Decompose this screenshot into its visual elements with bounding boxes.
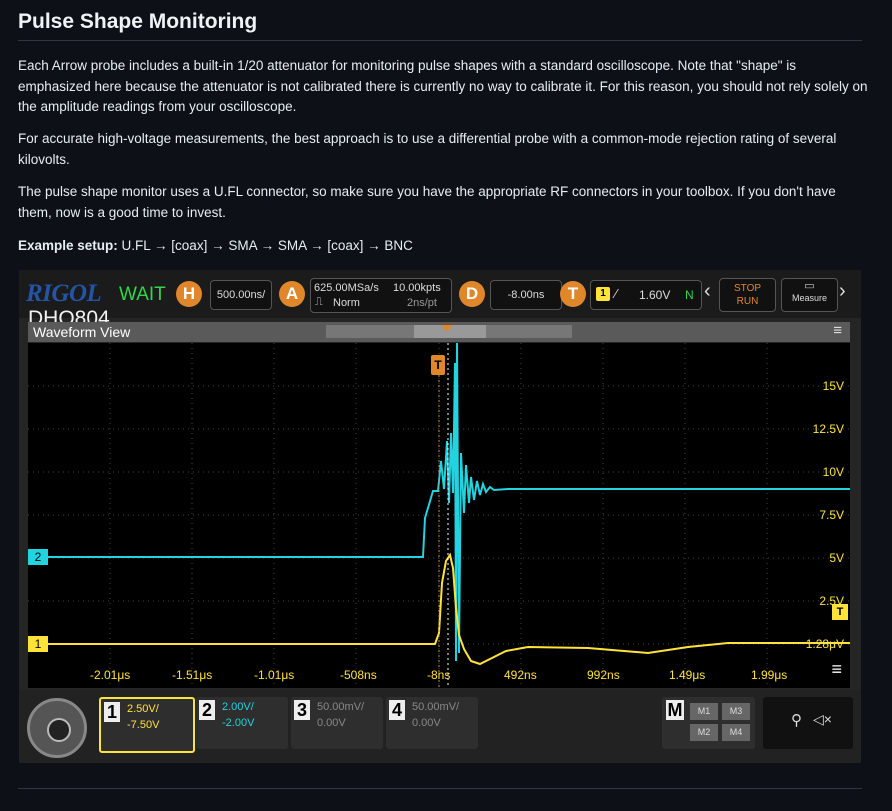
x-label: 1.99μs: [751, 668, 788, 682]
page-title: Pulse Shape Monitoring: [18, 10, 258, 33]
waveform-view-bar: Waveform View ≡: [28, 322, 850, 342]
example-setup: Example setup: U.FL → [coax] → SMA → SMA…: [18, 236, 868, 257]
stop-label: STOP: [733, 283, 762, 294]
x-label: 1.49μs: [669, 668, 706, 682]
mute-icon[interactable]: ◁×: [813, 711, 832, 728]
ch2-offset-marker[interactable]: 2: [28, 549, 48, 565]
brand-logo: RIGOL: [26, 280, 102, 307]
bottom-divider: [18, 788, 862, 789]
chevron-left-icon[interactable]: ‹: [704, 280, 711, 303]
example-setup-label: Example setup:: [18, 238, 118, 253]
paragraph-differential-probe: For accurate high-voltage measurements, …: [18, 131, 837, 167]
rising-edge-icon: ⁄: [615, 286, 618, 301]
run-label: RUN: [736, 296, 759, 307]
gear-hub: [47, 718, 71, 742]
ch1-trace: [38, 552, 850, 666]
trigger-position-icon: [441, 325, 453, 332]
scope-bottom-bar: 1 2.50V/ -7.50V 2 2.00V/ -2.00V 3 50.00m…: [19, 690, 861, 763]
math-label: M: [666, 700, 684, 720]
waveform-view-label: Waveform View: [33, 324, 131, 340]
trigger-source: 1: [596, 287, 610, 301]
trigger-level: 1.60V: [639, 288, 671, 302]
channel-3-panel[interactable]: 3 50.00mV/ 0.00V: [291, 697, 383, 749]
channel-2-number: 2: [199, 700, 215, 720]
y-label-10v: 10V: [822, 465, 844, 479]
y-label-7-5v: 7.5V: [819, 508, 844, 522]
oscilloscope-screenshot: RIGOL WAIT DHO804 H 500.00ns/ A 625.00MS…: [19, 270, 861, 763]
channel-4-scale: 50.00mV/: [412, 701, 460, 713]
channel-3-number: 3: [294, 700, 310, 720]
y-label-12-5v: 12.5V: [812, 422, 844, 436]
ruler-icon: ▭: [804, 280, 815, 292]
channel-3-offset: 0.00V: [317, 717, 346, 729]
ch2-trace: [38, 343, 850, 662]
channel-2-panel[interactable]: 2 2.00V/ -2.00V: [196, 697, 288, 749]
math-panel[interactable]: M M1 M3 M2 M4: [662, 697, 755, 749]
horizontal-delay[interactable]: -8.00ns: [490, 280, 562, 310]
status-icons: ⚲ ◁×: [763, 697, 853, 749]
x-label: -508ns: [340, 668, 377, 682]
x-label: 992ns: [587, 668, 620, 682]
memory-overview[interactable]: [326, 325, 572, 338]
acquire-mode: Norm: [333, 297, 360, 309]
channel-1-panel[interactable]: 1 2.50V/ -7.50V: [99, 697, 195, 753]
collapse-icon[interactable]: ≡: [831, 659, 842, 680]
menu-icon[interactable]: ≡: [833, 322, 842, 339]
trigger-badge[interactable]: T: [560, 281, 586, 307]
waveform-grid: T 15V 12.5V 10V 7.5V 5V 2.5V 1.28μV T 2 …: [28, 343, 850, 688]
paragraph-connector: The pulse shape monitor uses a U.FL conn…: [18, 184, 836, 220]
x-label: 492ns: [504, 668, 537, 682]
horizontal-badge[interactable]: H: [176, 281, 202, 307]
time-per-point: 2ns/pt: [407, 297, 437, 309]
y-label-15v: 15V: [822, 379, 844, 393]
divider: [18, 40, 862, 41]
usb-icon: ⚲: [791, 712, 802, 729]
channel-4-number: 4: [389, 700, 405, 720]
trigger-level-marker[interactable]: T: [832, 604, 848, 620]
example-setup-text: U.FL → [coax] → SMA → SMA → [coax] → BNC: [121, 238, 413, 253]
sample-rate: 625.00MSa/s: [314, 282, 379, 294]
ch1-offset-marker[interactable]: 1: [28, 636, 48, 652]
channel-1-number: 1: [104, 702, 120, 722]
x-label: -1.51μs: [172, 668, 213, 682]
measure-label: Measure: [791, 293, 827, 303]
acq-mode-icon: ⎍: [315, 296, 323, 308]
stop-run-button[interactable]: STOP RUN: [719, 278, 776, 312]
x-label: -8ns: [427, 668, 451, 682]
waveform-svg: [28, 343, 850, 688]
acquire-badge[interactable]: A: [279, 281, 305, 307]
y-label-5v: 5V: [829, 551, 844, 565]
math-m4-button[interactable]: M4: [722, 724, 750, 741]
acquisition-status: WAIT: [119, 284, 166, 305]
channel-1-offset: -7.50V: [127, 719, 160, 731]
math-m2-button[interactable]: M2: [690, 724, 718, 741]
delay-badge[interactable]: D: [459, 281, 485, 307]
math-m1-button[interactable]: M1: [690, 703, 718, 720]
channel-2-scale: 2.00V/: [222, 701, 254, 713]
gear-icon[interactable]: [27, 698, 87, 758]
chevron-right-icon[interactable]: ›: [839, 280, 846, 303]
scope-top-bar: RIGOL WAIT DHO804 H 500.00ns/ A 625.00MS…: [19, 270, 861, 330]
channel-4-panel[interactable]: 4 50.00mV/ 0.00V: [386, 697, 478, 749]
memory-depth: 10.00kpts: [393, 282, 441, 294]
horizontal-scale[interactable]: 500.00ns/: [210, 280, 272, 310]
x-label: -1.01μs: [254, 668, 295, 682]
acquire-panel[interactable]: 625.00MSa/s 10.00kpts ⎍ Norm 2ns/pt: [310, 278, 452, 313]
trigger-time-marker[interactable]: T: [431, 355, 445, 375]
channel-4-offset: 0.00V: [412, 717, 441, 729]
x-label: -2.01μs: [90, 668, 131, 682]
channel-1-scale: 2.50V/: [127, 703, 159, 715]
y-label-offset: 1.28μV: [805, 637, 844, 651]
channel-3-scale: 50.00mV/: [317, 701, 365, 713]
channel-2-offset: -2.00V: [222, 717, 255, 729]
measure-button[interactable]: ▭ Measure: [781, 278, 838, 312]
paragraph-attenuator: Each Arrow probe includes a built-in 1/2…: [18, 58, 868, 114]
trigger-coupling: N: [685, 288, 694, 302]
math-m3-button[interactable]: M3: [722, 703, 750, 720]
trigger-panel[interactable]: 1 ⁄ 1.60V N: [590, 280, 702, 310]
